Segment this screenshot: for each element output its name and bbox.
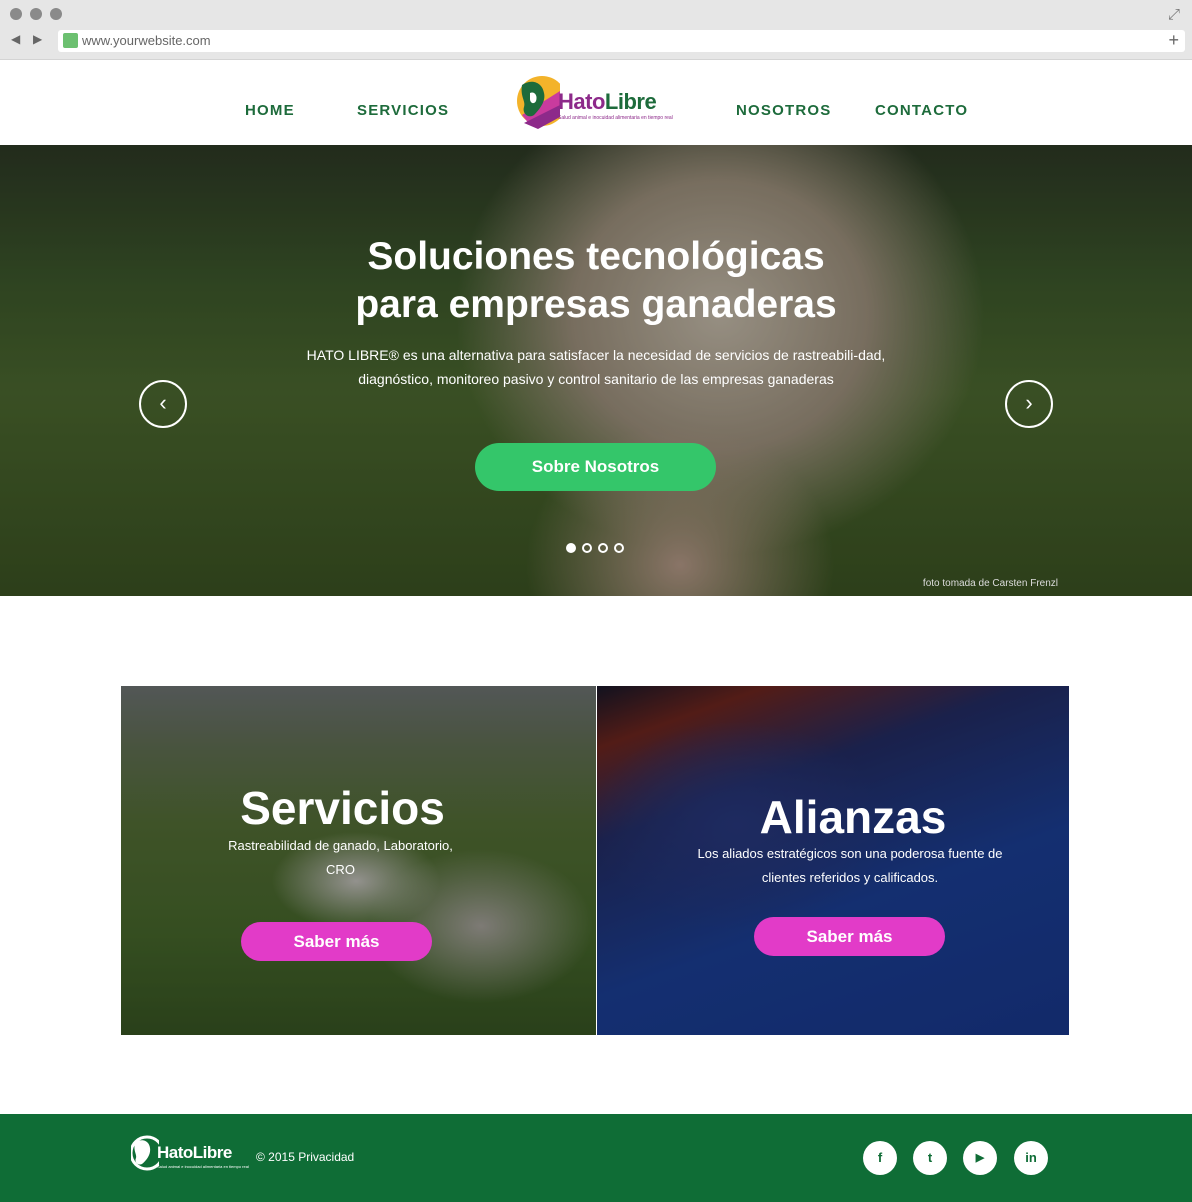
slide-dot-4[interactable] [614, 543, 624, 553]
browser-chrome: ⤢ ◀ ▶ www.yourwebsite.com + [0, 0, 1192, 60]
alianzas-subtitle: Los aliados estratégicos son una poderos… [697, 846, 1003, 885]
nav-contacto[interactable]: CONTACTO [875, 102, 968, 119]
alianzas-saber-mas-button[interactable]: Saber más [754, 917, 945, 956]
footer-logo-wordmark: HatoLibre [157, 1143, 232, 1162]
hero-title-line-2: para empresas ganaderas [355, 283, 837, 326]
slider-pagination [566, 543, 624, 553]
hero-title-line-1: Soluciones tecnológicas [367, 235, 825, 278]
nav-nosotros[interactable]: NOSOTROS [736, 102, 831, 119]
forward-icon[interactable]: ▶ [33, 32, 42, 46]
footer-cow-logo-icon [129, 1135, 165, 1171]
alianzas-title: Alianzas [759, 791, 947, 843]
site-footer: HatoLibre Salud animal e inocuidad alime… [0, 1114, 1192, 1202]
new-tab-icon[interactable]: + [1168, 30, 1179, 51]
servicios-saber-mas-button[interactable]: Saber más [241, 922, 432, 961]
back-icon[interactable]: ◀ [11, 32, 20, 46]
slider-prev-arrow-icon[interactable]: ‹ [139, 380, 187, 428]
hero-subtitle: HATO LIBRE® es una alternativa para sati… [306, 347, 886, 387]
footer-logo[interactable]: HatoLibre Salud animal e inocuidad alime… [129, 1133, 249, 1175]
slide-dot-2[interactable] [582, 543, 592, 553]
slide-dot-3[interactable] [598, 543, 608, 553]
facebook-icon[interactable]: f [863, 1141, 897, 1175]
address-bar[interactable]: www.yourwebsite.com + [58, 30, 1185, 52]
footer-copyright[interactable]: © 2015 Privacidad [256, 1150, 354, 1164]
photo-credit: foto tomada de Carsten Frenzl [922, 578, 1058, 589]
servicios-card: Servicios Rastreabilidad de ganado, Labo… [121, 686, 596, 1035]
window-minimize-dot[interactable] [30, 8, 42, 20]
logo-wordmark: HatoLibre [558, 89, 657, 114]
favicon-icon [63, 33, 78, 48]
cow-logo-icon [517, 76, 567, 129]
servicios-title: Servicios [240, 782, 445, 834]
nav-servicios[interactable]: SERVICIOS [357, 102, 449, 119]
slide-dot-1[interactable] [566, 543, 576, 553]
sobre-nosotros-button[interactable]: Sobre Nosotros [475, 443, 716, 491]
linkedin-icon[interactable]: in [1014, 1141, 1048, 1175]
hero-slider: Soluciones tecnológicas para empresas ga… [0, 145, 1192, 596]
url-text: www.yourwebsite.com [82, 33, 211, 48]
fullscreen-icon[interactable]: ⤢ [1168, 6, 1180, 23]
footer-logo-tagline: Salud animal e inocuidad alimentaria en … [157, 1164, 249, 1169]
logo-tagline: Salud animal e inocuidad alimentaria en … [558, 115, 673, 121]
servicios-subtitle: Rastreabilidad de ganado, Laboratorio, C… [228, 838, 453, 877]
alianzas-card: Alianzas Los aliados estratégicos son un… [597, 686, 1069, 1035]
nav-home[interactable]: HOME [245, 102, 295, 119]
youtube-icon[interactable]: ▶ [963, 1141, 997, 1175]
hero-title: Soluciones tecnológicas para empresas ga… [0, 233, 1192, 329]
site-header: HOME SERVICIOS HatoLibre Salud animal e … [0, 60, 1192, 145]
window-close-dot[interactable] [10, 8, 22, 20]
twitter-icon[interactable]: t [913, 1141, 947, 1175]
window-maximize-dot[interactable] [50, 8, 62, 20]
slider-next-arrow-icon[interactable]: › [1005, 380, 1053, 428]
brand-logo[interactable]: HatoLibre Salud animal e inocuidad alime… [516, 71, 676, 131]
